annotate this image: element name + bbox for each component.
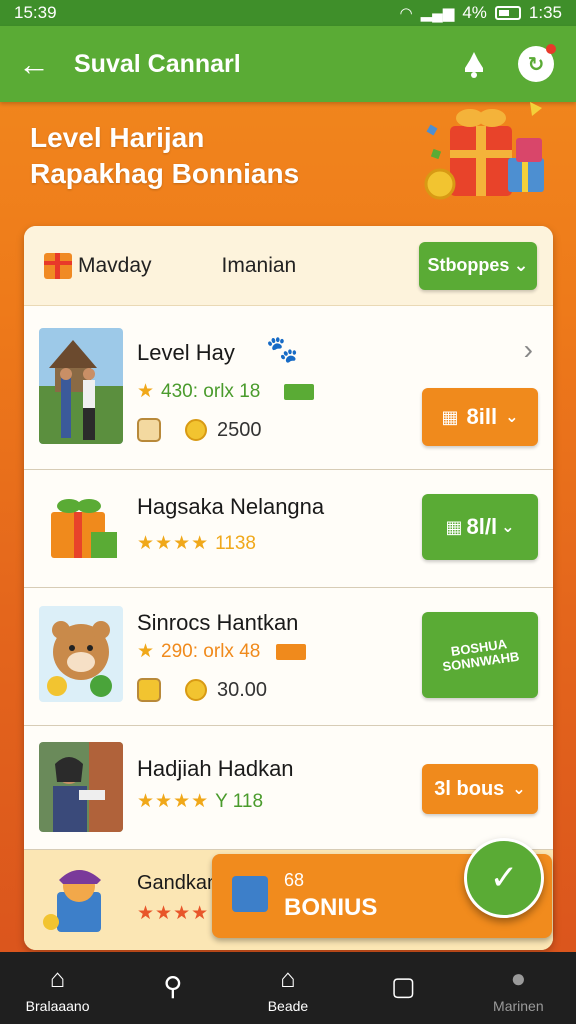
list-item-meta: ★★★★ (137, 902, 209, 925)
list-item-value: 30.00 (217, 678, 268, 701)
chevron-down-icon: ⌄ (501, 519, 515, 536)
nav-item-label: Beade (267, 998, 309, 1014)
hamster-thumb (39, 606, 123, 702)
gift-box-thumb (39, 486, 123, 566)
list-item[interactable]: Hagsaka Nelangna ★★★★ 1138 ▦ 8l/l ⌄ (24, 470, 553, 588)
search-icon: ⚲ (163, 971, 183, 1001)
coin-icon (185, 679, 207, 701)
nav-item-label: Marinen (493, 998, 544, 1014)
list-item-title: Hagsaka Nelangna (137, 494, 325, 519)
rewards-icon[interactable]: ↻ (514, 42, 558, 86)
chevron-down-icon: ⌄ (512, 781, 526, 798)
list-item-value: 2500 (217, 418, 262, 441)
claim-button[interactable]: ▦ 8l/l ⌄ (422, 494, 538, 560)
star-rating-icon: ★★★★ (137, 533, 210, 554)
hero-line-1: Level Harijan (30, 122, 205, 153)
tab-imanian[interactable]: Imanian (222, 254, 419, 278)
status-time: 15:39 (14, 3, 57, 22)
list-item[interactable]: Sinrocs Hantkan ★ 290: orlx 48 30.00 BOS… (24, 588, 553, 726)
nav-item-beade[interactable]: ⌂ Beade (238, 962, 338, 1014)
nav-item-home[interactable]: ⌂ Bralaaano (8, 962, 108, 1014)
list-item[interactable]: Hadjiah Hadkan ★★★★ Y 118 3l bous ⌄ (24, 726, 553, 850)
hero-banner: Level Harijan Rapakhag Bonnians (30, 120, 410, 192)
nav-item-search[interactable]: ⚲ (123, 970, 223, 1006)
list-item-meta-text: 1138 (215, 532, 256, 554)
box-icon (137, 678, 161, 702)
list-item-reward: 2500 (137, 418, 262, 442)
list-item-meta-text: 430: orlx 18 (161, 380, 261, 402)
check-fab-button[interactable]: ✓ (464, 838, 544, 918)
bonus-sticker-button[interactable]: BOSHUA SONNWAHB (422, 612, 538, 698)
square-icon: ▢ (390, 971, 416, 1001)
nav-item-label: Bralaaano (25, 998, 90, 1014)
list-item-meta: ★ 430: orlx 18 (137, 380, 315, 403)
page-title: Suval Cannarl (74, 49, 241, 78)
list-item-title: Level Hay (137, 340, 235, 365)
back-arrow-icon[interactable]: ← (18, 46, 58, 83)
status-right: ◠ ▂▄▆ 4% 1:35 (400, 3, 562, 23)
bonus-count: 68 (284, 870, 305, 890)
battery-icon (494, 6, 521, 20)
chevron-down-icon: ⌄ (505, 409, 519, 426)
list-item-meta: ★ 290: orlx 48 (137, 640, 307, 663)
bonus-label: BONIUS (284, 894, 378, 921)
star-icon: ★ (137, 641, 156, 662)
nav-item-square[interactable]: ▢ (353, 970, 453, 1006)
claim-button-label: 8l/l (466, 514, 498, 539)
check-icon: ✓ (489, 859, 519, 897)
coin-icon (185, 419, 207, 441)
chevron-down-icon: ⌄ (513, 255, 529, 275)
tab-mavday-label: Mavday (78, 253, 152, 277)
character-thumb (39, 862, 123, 938)
tab-imanian-label: Imanian (221, 253, 297, 277)
list-item-meta-text: Y 118 (215, 790, 264, 812)
list-item-photo (39, 742, 123, 832)
profile-icon: ● (510, 963, 527, 993)
claim-button[interactable]: 3l bous ⌄ (422, 764, 538, 814)
gift-box-icon (232, 876, 268, 912)
bottom-navigation: ⌂ Bralaaano ⚲ ⌂ Beade ▢ ● Marinen (0, 952, 576, 1024)
signal-icon: ▂▄▆ (420, 5, 455, 22)
wifi-icon: ◠ (399, 5, 413, 22)
list-item-title: Sinrocs Hantkan (137, 610, 299, 635)
list-item-title: Gandkan (137, 872, 219, 894)
notification-bell-icon[interactable] (452, 42, 496, 86)
hero-line-2: Rapakhag Bonnians (30, 158, 300, 189)
ticket-icon (276, 643, 307, 660)
animal-icon: 🐾 (266, 334, 299, 364)
card-header: Mavday Imanian Stboppes ⌄ (24, 226, 553, 306)
status-clock: 1:35 (528, 3, 562, 22)
rewards-card: Mavday Imanian Stboppes ⌄ Level Hay 🐾 › … (24, 226, 553, 950)
tab-mavday[interactable]: Mavday (44, 252, 152, 279)
nav-item-profile[interactable]: ● Marinen (468, 962, 568, 1014)
house-outline-icon: ⌂ (280, 963, 296, 993)
gift-box-illustration (420, 98, 560, 208)
ticket-icon (284, 383, 315, 400)
gift-icon: ▦ (445, 516, 463, 537)
claim-button[interactable]: ▦ 8ill ⌄ (422, 388, 538, 446)
list-item-photo (39, 328, 123, 444)
star-rating-icon: ★★★★ (137, 791, 210, 812)
home-icon: ⌂ (49, 963, 66, 993)
star-rating-icon: ★★★★ (137, 903, 210, 924)
bonus-sticker-label: BOSHUA SONNWAHB (441, 636, 521, 675)
header-action-label: Stboppes (427, 255, 510, 275)
header-action-button[interactable]: Stboppes ⌄ (419, 241, 537, 290)
claim-button-label: 8ill (466, 404, 498, 429)
star-icon: ★ (137, 381, 156, 402)
app-bar: ← Suval Cannarl ↻ (0, 26, 576, 102)
list-item-title: Hadjiah Hadkan (137, 756, 294, 781)
list-item-reward: 30.00 (137, 678, 267, 702)
chevron-right-icon[interactable]: › (524, 334, 533, 366)
gift-icon (44, 252, 72, 279)
list-item[interactable]: Level Hay 🐾 › ★ 430: orlx 18 2500 ▦ 8ill… (24, 306, 553, 470)
list-item-meta: ★★★★ 1138 (137, 532, 256, 555)
box-icon (137, 418, 161, 442)
claim-button-label: 3l bous (434, 777, 505, 800)
battery-percent: 4% (462, 3, 487, 22)
list-item-meta-text: 290: orlx 48 (161, 640, 261, 662)
status-bar: 15:39 ◠ ▂▄▆ 4% 1:35 (0, 0, 576, 26)
gift-icon: ▦ (441, 406, 459, 427)
list-item-meta: ★★★★ Y 118 (137, 790, 263, 813)
